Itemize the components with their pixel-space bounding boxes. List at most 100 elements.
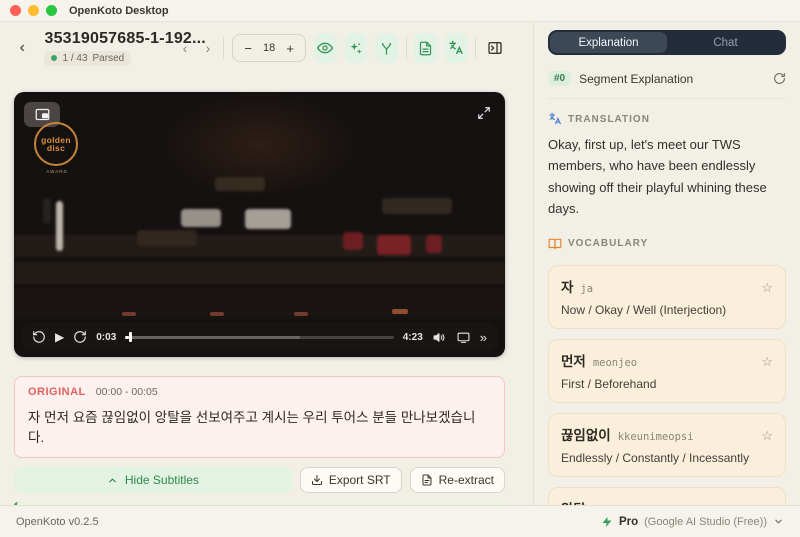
- minimize-window-button[interactable]: [28, 5, 39, 16]
- star-icon[interactable]: ☆: [761, 355, 773, 368]
- translation-section-header: TRANSLATION: [548, 112, 786, 126]
- transcript-document-button[interactable]: [414, 33, 437, 63]
- star-icon[interactable]: ☆: [761, 429, 773, 442]
- zoom-window-button[interactable]: [46, 5, 57, 16]
- vocab-card[interactable]: 앙탈 angtal ☆ Playful whining / Grumbling …: [548, 486, 786, 505]
- translation-header-label: TRANSLATION: [568, 113, 650, 125]
- titlebar: OpenKoto Desktop: [0, 0, 800, 22]
- parsed-count: 1 / 43: [62, 52, 88, 64]
- status-bar: OpenKoto v0.2.5 Pro (Google AI Studio (F…: [0, 505, 800, 537]
- branch-segments-button[interactable]: [375, 33, 398, 63]
- vocab-word: 앙탈: [561, 498, 586, 505]
- document-icon: [418, 41, 433, 56]
- file-icon: [421, 474, 433, 486]
- app-window: OpenKoto Desktop ‹ 35319057685-1-192... …: [0, 0, 800, 537]
- video-title-block: 35319057685-1-192... 1 / 43 Parsed: [44, 29, 206, 67]
- vocab-word: 자: [561, 279, 574, 295]
- toolbar-divider: [475, 37, 477, 59]
- vocab-romanization: ja: [580, 282, 594, 295]
- parsed-badge: 1 / 43 Parsed: [44, 50, 132, 66]
- toolbar-divider: [405, 37, 407, 59]
- eye-icon: [317, 40, 334, 56]
- chevron-down-icon: [773, 516, 784, 527]
- video-title: 35319057685-1-192...: [44, 29, 206, 47]
- vocab-card[interactable]: 끊임없이 kkeunimeopsi ☆ Endlessly / Constant…: [548, 412, 786, 477]
- close-window-button[interactable]: [10, 5, 21, 16]
- re-extract-button[interactable]: Re-extract: [409, 467, 505, 493]
- app-version: OpenKoto v0.2.5: [16, 515, 99, 528]
- lightning-bolt-icon: [601, 516, 613, 528]
- volume-button[interactable]: [432, 331, 447, 344]
- parsed-label: Parsed: [92, 52, 125, 64]
- font-size-increase-button[interactable]: +: [279, 36, 301, 60]
- subtitle-controls-row: Hide Subtitles Export SRT Re-extract: [14, 467, 505, 493]
- refresh-icon: [773, 72, 786, 85]
- seek-bar[interactable]: [125, 332, 394, 342]
- refresh-explanation-button[interactable]: [773, 72, 786, 85]
- original-label: ORIGINAL: [28, 386, 86, 398]
- video-frame: [14, 92, 505, 357]
- vocabulary-list: 자 ja ☆ Now / Okay / Well (Interjection) …: [548, 255, 786, 505]
- next-segment-button[interactable]: ›: [200, 36, 215, 60]
- original-time-range: 00:00 - 00:05: [95, 386, 158, 398]
- video-controls-bar: ▶ 0:03 4:23 »: [22, 323, 497, 351]
- tab-explanation[interactable]: Explanation: [550, 32, 667, 53]
- display-mode-button[interactable]: [456, 331, 471, 344]
- vocab-card[interactable]: 먼저 meonjeo ☆ First / Beforehand: [548, 338, 786, 403]
- parsed-status-dot: [51, 55, 58, 62]
- vocab-word: 끊임없이: [561, 427, 611, 443]
- play-button[interactable]: ▶: [55, 330, 64, 344]
- left-panel: ‹ 35319057685-1-192... 1 / 43 Parsed ‹ ›…: [0, 22, 533, 505]
- model-selector-button[interactable]: Pro (Google AI Studio (Free)): [601, 516, 784, 528]
- chevron-up-icon: [107, 475, 118, 486]
- main-area: ‹ 35319057685-1-192... 1 / 43 Parsed ‹ ›…: [0, 22, 800, 505]
- seek-thumb[interactable]: [129, 332, 133, 342]
- left-toolbar: ‹ 35319057685-1-192... 1 / 43 Parsed ‹ ›…: [14, 22, 505, 68]
- ai-explain-button[interactable]: [344, 33, 368, 63]
- forward-10-button[interactable]: [73, 330, 87, 344]
- branch-icon: [379, 41, 394, 56]
- toggle-side-panel-button[interactable]: [484, 34, 505, 62]
- picture-in-picture-icon: [35, 108, 50, 121]
- star-icon[interactable]: ☆: [761, 281, 773, 294]
- current-time: 0:03: [96, 331, 117, 343]
- rewind-10-button[interactable]: [32, 330, 46, 344]
- translate-icon: [448, 40, 464, 56]
- previous-segment-button[interactable]: ‹: [177, 36, 192, 60]
- export-srt-button[interactable]: Export SRT: [299, 467, 402, 493]
- vocabulary-section-header: VOCABULARY: [548, 237, 786, 251]
- vocab-romanization: kkeunimeopsi: [617, 430, 694, 443]
- tab-chat[interactable]: Chat: [667, 32, 784, 53]
- segment-index-badge: #0: [548, 71, 572, 86]
- display-icon: [456, 331, 471, 344]
- toolbar-divider: [223, 37, 225, 59]
- traffic-lights: [10, 5, 57, 16]
- vocab-definition: Endlessly / Constantly / Incessantly: [561, 450, 750, 465]
- fullscreen-expand-button[interactable]: [473, 102, 495, 124]
- vocab-definition: First / Beforehand: [561, 376, 657, 391]
- buffered-bar: [125, 335, 300, 339]
- hide-subtitles-button[interactable]: Hide Subtitles: [14, 467, 292, 493]
- model-name: (Google AI Studio (Free)): [644, 515, 767, 528]
- expand-icon: [477, 106, 491, 120]
- playback-speed-button[interactable]: »: [480, 330, 487, 345]
- book-icon: [548, 237, 562, 251]
- forward-10-icon: [73, 330, 87, 344]
- vocabulary-header-label: VOCABULARY: [568, 238, 649, 250]
- vocab-definition: Now / Okay / Well (Interjection): [561, 302, 727, 317]
- vocab-card[interactable]: 자 ja ☆ Now / Okay / Well (Interjection): [548, 264, 786, 329]
- back-button[interactable]: ‹: [14, 34, 30, 62]
- sparkles-icon: [348, 41, 363, 56]
- translate-button[interactable]: [444, 33, 468, 63]
- font-size-decrease-button[interactable]: −: [237, 36, 259, 60]
- translation-text: Okay, first up, let's meet our TWS membe…: [548, 137, 767, 217]
- font-size-stepper: − 18 +: [232, 34, 307, 62]
- vocab-romanization: meonjeo: [592, 356, 638, 369]
- vocab-word: 먼저: [561, 353, 586, 369]
- panel-right-icon: [487, 40, 503, 56]
- video-player[interactable]: golden disc AWARD ▶ 0:03 4:23 »: [14, 92, 505, 357]
- rewind-10-icon: [32, 330, 46, 344]
- segment-explanation-header: #0 Segment Explanation: [548, 71, 786, 99]
- panel-tabs: Explanation Chat: [548, 30, 786, 55]
- toggle-visibility-button[interactable]: [314, 33, 337, 63]
